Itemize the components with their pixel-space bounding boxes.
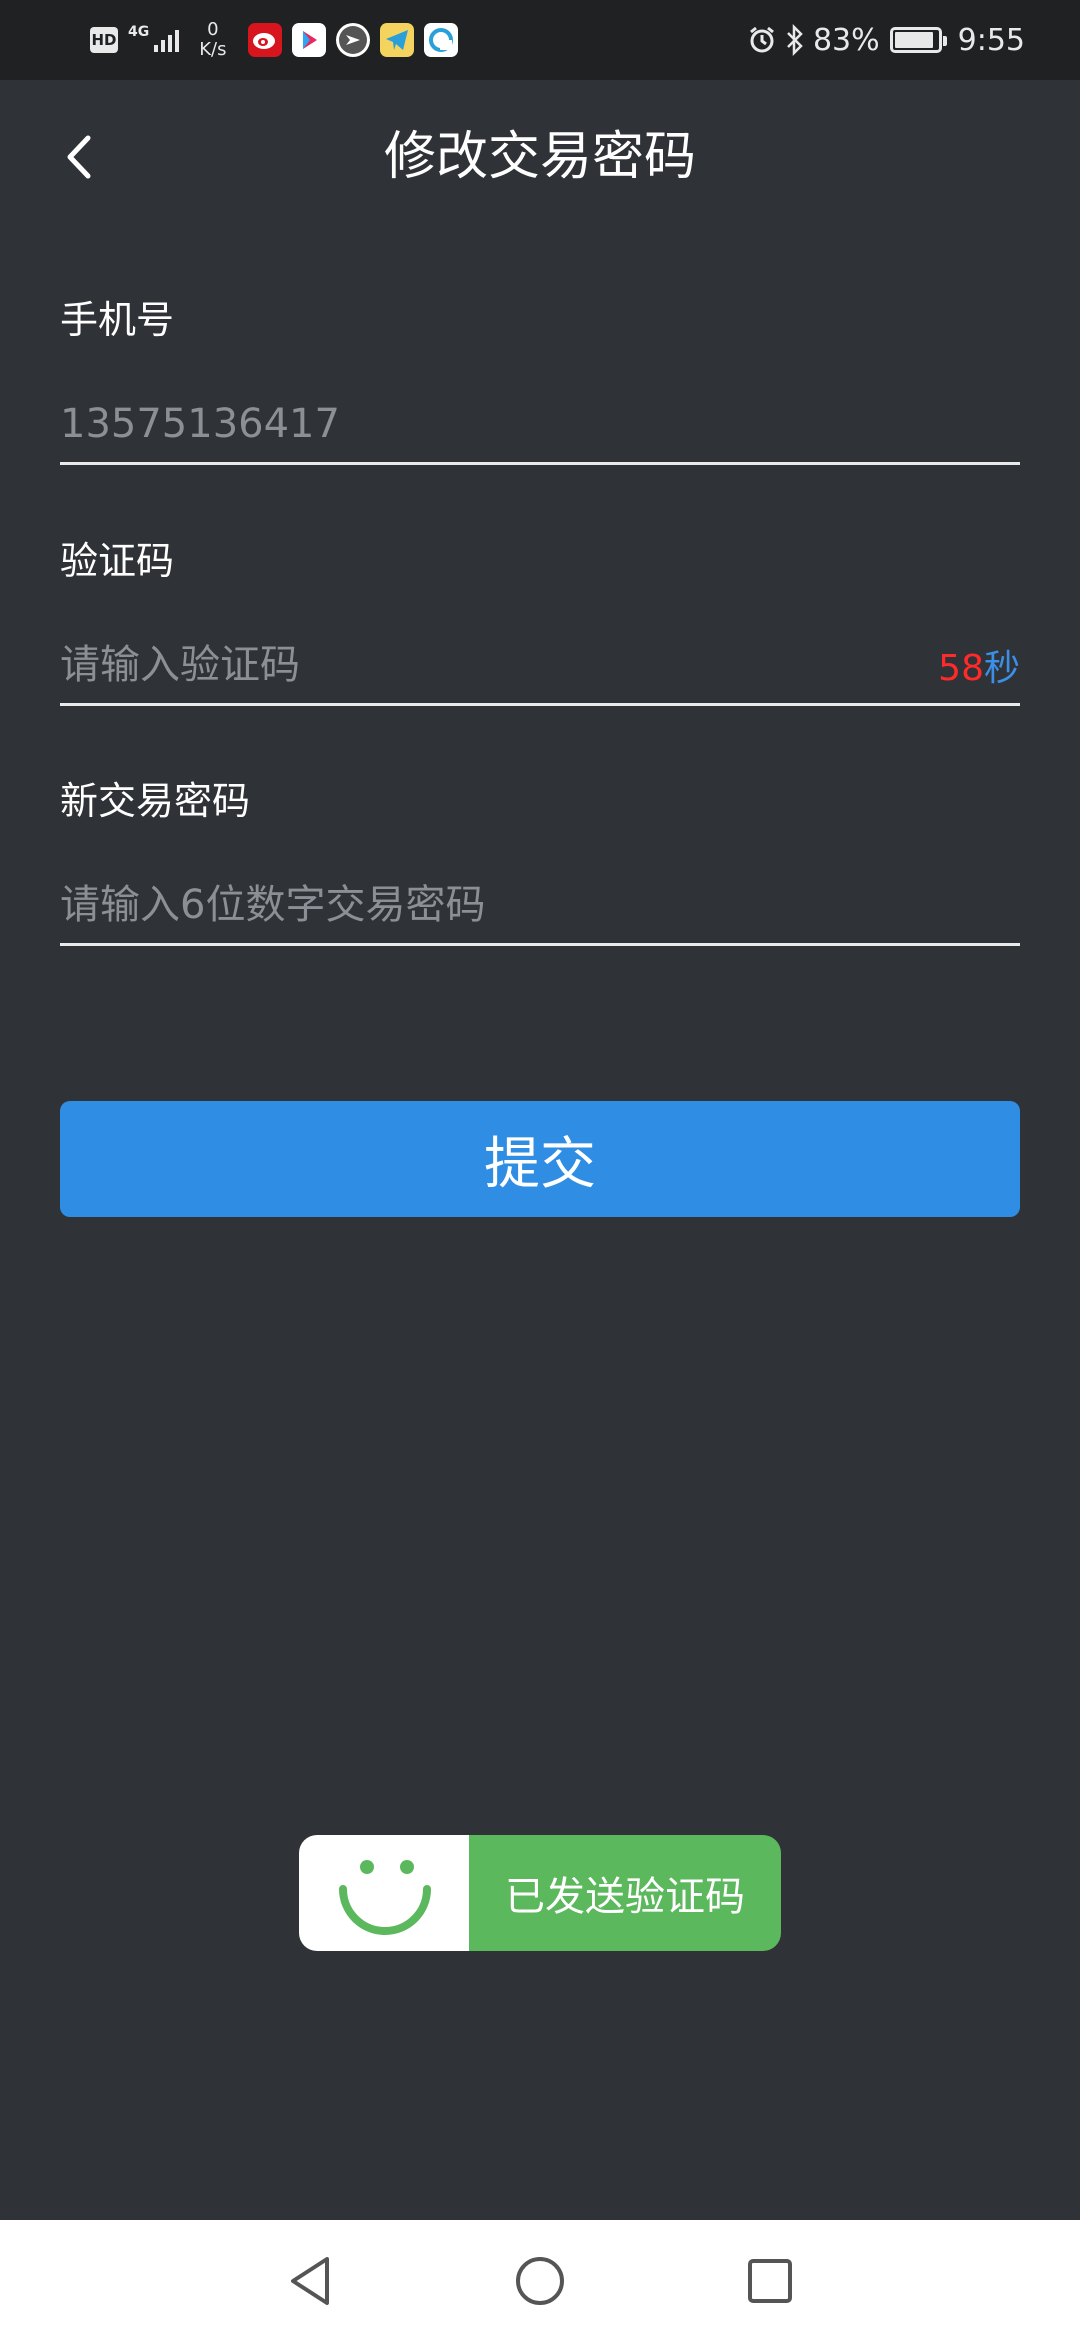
new-password-label: 新交易密码 bbox=[60, 779, 251, 823]
signal-icon bbox=[151, 28, 180, 52]
toast: 已发送验证码 bbox=[299, 1835, 781, 1951]
code-field: 验证码 58秒 bbox=[60, 536, 1020, 716]
net-speed-value: 0 bbox=[207, 19, 219, 40]
countdown-seconds: 58 bbox=[938, 647, 984, 689]
net-speed-unit: K/s bbox=[199, 39, 227, 60]
notification-icons bbox=[248, 23, 468, 57]
net-speed: 0 K/s bbox=[199, 20, 226, 60]
battery-percent: 83% bbox=[812, 22, 880, 58]
nav-recents-button[interactable] bbox=[735, 2246, 805, 2316]
status-right: 83% 9:55 bbox=[747, 18, 1025, 62]
triangle-back-icon bbox=[291, 2257, 329, 2305]
phone-field: 手机号 bbox=[60, 295, 1020, 475]
code-input-row: 58秒 bbox=[60, 626, 1020, 706]
circle-home-icon bbox=[516, 2257, 564, 2305]
hd-badge: HD bbox=[90, 27, 118, 53]
telegram-icon bbox=[380, 23, 415, 57]
submit-button[interactable]: 提交 bbox=[60, 1101, 1020, 1217]
nav-home-button[interactable] bbox=[505, 2246, 575, 2316]
new-password-field: 新交易密码 bbox=[60, 776, 1020, 956]
phone-input[interactable] bbox=[60, 388, 1020, 459]
new-password-input-row bbox=[60, 866, 1020, 946]
status-bar: HD 4G 0 K/s 83% 9:55 bbox=[0, 0, 1080, 80]
code-label: 验证码 bbox=[60, 539, 175, 583]
youku-icon bbox=[292, 23, 327, 57]
toast-face bbox=[299, 1835, 469, 1951]
app-icon bbox=[336, 23, 371, 57]
countdown-unit: 秒 bbox=[983, 647, 1020, 689]
phone-input-row bbox=[60, 385, 1020, 465]
status-left: HD 4G 0 K/s bbox=[90, 18, 468, 62]
header: 修改交易密码 bbox=[0, 80, 1080, 230]
phone-label: 手机号 bbox=[60, 298, 175, 342]
bluetooth-icon bbox=[785, 24, 805, 56]
battery-icon bbox=[889, 27, 947, 53]
alarm-icon bbox=[747, 25, 777, 55]
clock: 9:55 bbox=[957, 22, 1025, 58]
network-type: 4G bbox=[128, 24, 150, 40]
toast-message: 已发送验证码 bbox=[469, 1835, 781, 1951]
weibo-icon bbox=[248, 23, 283, 57]
system-nav-bar bbox=[0, 2220, 1080, 2340]
page-title: 修改交易密码 bbox=[383, 127, 696, 187]
battery-level bbox=[894, 32, 933, 48]
nav-back-button[interactable] bbox=[275, 2246, 345, 2316]
code-input[interactable] bbox=[60, 629, 939, 700]
new-password-input[interactable] bbox=[60, 869, 1020, 940]
smiley-icon bbox=[339, 1860, 431, 1935]
browser-icon bbox=[424, 23, 459, 57]
resend-countdown[interactable]: 58秒 bbox=[938, 639, 1020, 691]
square-recents-icon bbox=[748, 2259, 792, 2303]
